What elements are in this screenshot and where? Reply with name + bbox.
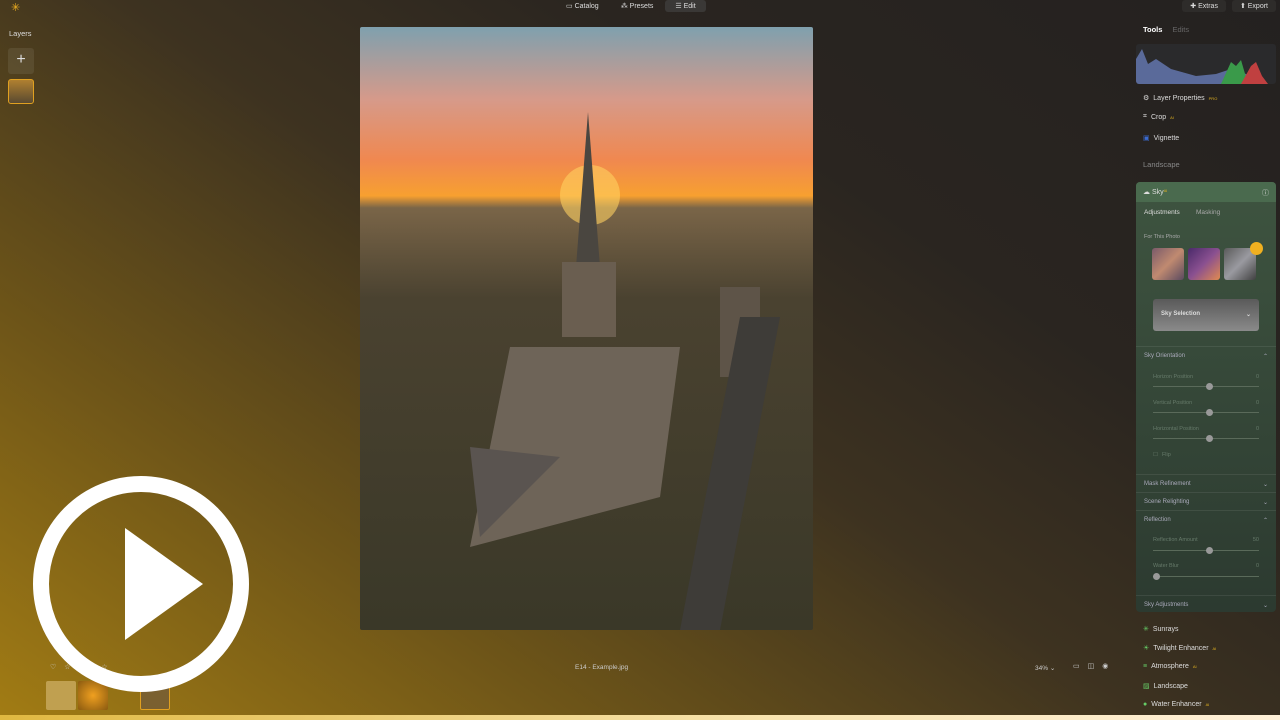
section-scene-relighting[interactable]: Scene Relighting ⌄: [1136, 492, 1276, 512]
filename: E14 - Example.jpg: [575, 664, 629, 671]
zoom-dropdown[interactable]: 34% ⌄: [1035, 664, 1055, 672]
sunrays-icon: ✳: [1143, 626, 1149, 633]
badge: PRO: [1208, 95, 1218, 101]
pro-badge-icon: [1250, 242, 1263, 255]
tool-landscape[interactable]: ▨ Landscape: [1143, 682, 1188, 691]
slider-knob[interactable]: [1153, 573, 1160, 580]
tool-water-enhancer[interactable]: ● Water Enhancer AI: [1143, 701, 1209, 708]
slider-knob[interactable]: [1206, 435, 1213, 442]
bottom-progress-strip: [0, 715, 1280, 720]
histogram: [1136, 44, 1276, 84]
tab-edit[interactable]: ☰ Edit: [665, 0, 706, 12]
subtab-adjustments[interactable]: Adjustments: [1144, 209, 1180, 216]
tool-sunrays[interactable]: ✳ Sunrays: [1143, 625, 1179, 634]
chevron-down-icon: ⌄: [1262, 482, 1268, 488]
landscape-icon: ▨: [1143, 683, 1150, 690]
app-logo-icon[interactable]: ✳: [11, 1, 20, 14]
layer-thumbnail[interactable]: [8, 79, 34, 104]
slider-label: Reflection Amount 50: [1153, 537, 1259, 543]
tool-layer-properties[interactable]: ⚙ Layer Properties PRO: [1143, 94, 1218, 103]
slider-knob[interactable]: [1206, 547, 1213, 554]
vignette-icon: ▣: [1143, 135, 1150, 142]
slider-label: Water Blur 0: [1153, 563, 1259, 569]
sky-header[interactable]: ☁ SkyAI: [1143, 188, 1167, 196]
section-sky-adjustments[interactable]: Sky Adjustments ⌄: [1136, 595, 1276, 615]
tools-panel: Tools Edits ⚙ Layer Properties PRO ⌗ Crop A…: [1136, 0, 1276, 720]
tab-label: Edit: [683, 3, 696, 10]
filmstrip-icon[interactable]: ▭: [1073, 663, 1088, 670]
sky-preset-1[interactable]: [1152, 248, 1184, 280]
tab-catalog[interactable]: ▭ Catalog: [556, 0, 609, 12]
dropdown-value: Sky Selection: [1161, 311, 1201, 317]
play-icon: [125, 528, 203, 640]
slider-label: Vertical Position 0: [1153, 400, 1259, 406]
tool-twilight-enhancer[interactable]: ☀ Twilight Enhancer AI: [1143, 644, 1216, 653]
vertical-position-slider[interactable]: [1153, 409, 1259, 416]
compare-icon[interactable]: ◫: [1088, 663, 1103, 670]
tab-label: Presets: [629, 3, 654, 10]
tool-label: Crop: [1150, 113, 1167, 121]
main-nav: ▭ Catalog ⁂ Presets ☰ Edit: [556, 0, 706, 12]
chevron-down-icon: ⌄: [1262, 500, 1268, 506]
cathedral-photo: [470, 112, 780, 630]
sky-selection-dropdown[interactable]: Sky Selection ⌄: [1153, 299, 1259, 331]
photo-canvas[interactable]: [360, 27, 813, 630]
badge: AI: [1163, 188, 1168, 193]
tab-label: Catalog: [574, 3, 599, 10]
tab-presets[interactable]: ⁂ Presets: [611, 0, 664, 12]
tab-edits[interactable]: Edits: [1172, 25, 1189, 34]
zoom-value: 34%: [1035, 665, 1049, 672]
section-mask-refinement[interactable]: Mask Refinement ⌄: [1136, 474, 1276, 494]
tool-atmosphere[interactable]: ≡ Atmosphere AI: [1143, 663, 1197, 670]
sky-preset-2[interactable]: [1188, 248, 1220, 280]
info-icon[interactable]: ⓘ: [1262, 188, 1269, 197]
reflection-amount-slider[interactable]: [1153, 547, 1259, 554]
tool-vignette[interactable]: ▣ Vignette: [1143, 134, 1180, 143]
horizontal-position-slider[interactable]: [1153, 435, 1259, 442]
chevron-up-icon: ⌃: [1262, 354, 1268, 360]
horizon-position-slider[interactable]: [1153, 383, 1259, 390]
sky-title: Sky: [1151, 189, 1164, 196]
tool-crop[interactable]: ⌗ Crop AI: [1143, 113, 1174, 121]
layers-title: Layers: [9, 29, 32, 38]
for-this-photo-label: For This Photo: [1144, 234, 1180, 240]
tab-tools[interactable]: Tools: [1143, 25, 1162, 34]
section-reflection[interactable]: Reflection ⌃: [1136, 510, 1276, 530]
water-drop-icon: ●: [1143, 701, 1148, 708]
section-label: Sky Orientation: [1144, 353, 1186, 359]
slider-label: Horizon Position 0: [1153, 374, 1259, 380]
slider-knob[interactable]: [1206, 409, 1213, 416]
slider-knob[interactable]: [1206, 383, 1213, 390]
play-button[interactable]: [33, 476, 249, 692]
tool-label: Vignette: [1153, 134, 1180, 142]
water-blur-slider[interactable]: [1153, 573, 1259, 580]
tool-label: Layer Properties: [1153, 94, 1205, 102]
view-controls: ▭◫◉: [1073, 662, 1116, 670]
atmosphere-icon: ≡: [1143, 663, 1148, 670]
top-bar: ✳ ▭ Catalog ⁂ Presets ☰ Edit ✚ Extras ⬆ …: [0, 0, 1280, 14]
chevron-up-icon: ⌃: [1262, 518, 1268, 524]
flip-checkbox[interactable]: ☐ Flip: [1153, 452, 1259, 458]
section-landscape: Landscape: [1143, 160, 1180, 169]
filmstrip-thumb[interactable]: [46, 681, 76, 710]
chevron-down-icon: ⌄: [1262, 603, 1268, 609]
heart-icon[interactable]: ♡: [50, 664, 59, 671]
sky-tool: ☁ SkyAI ⓘ Adjustments Masking For This Ph…: [1136, 182, 1276, 612]
badge: AI: [1170, 114, 1174, 120]
slider-label: Horizontal Position 0: [1153, 426, 1259, 432]
chevron-down-icon: ⌄: [1245, 312, 1251, 318]
section-sky-orientation[interactable]: Sky Orientation ⌃: [1136, 346, 1276, 366]
eye-icon[interactable]: ◉: [1102, 663, 1116, 670]
add-layer-button[interactable]: +: [8, 48, 34, 74]
twilight-icon: ☀: [1143, 645, 1150, 652]
subtab-masking[interactable]: Masking: [1196, 209, 1220, 216]
